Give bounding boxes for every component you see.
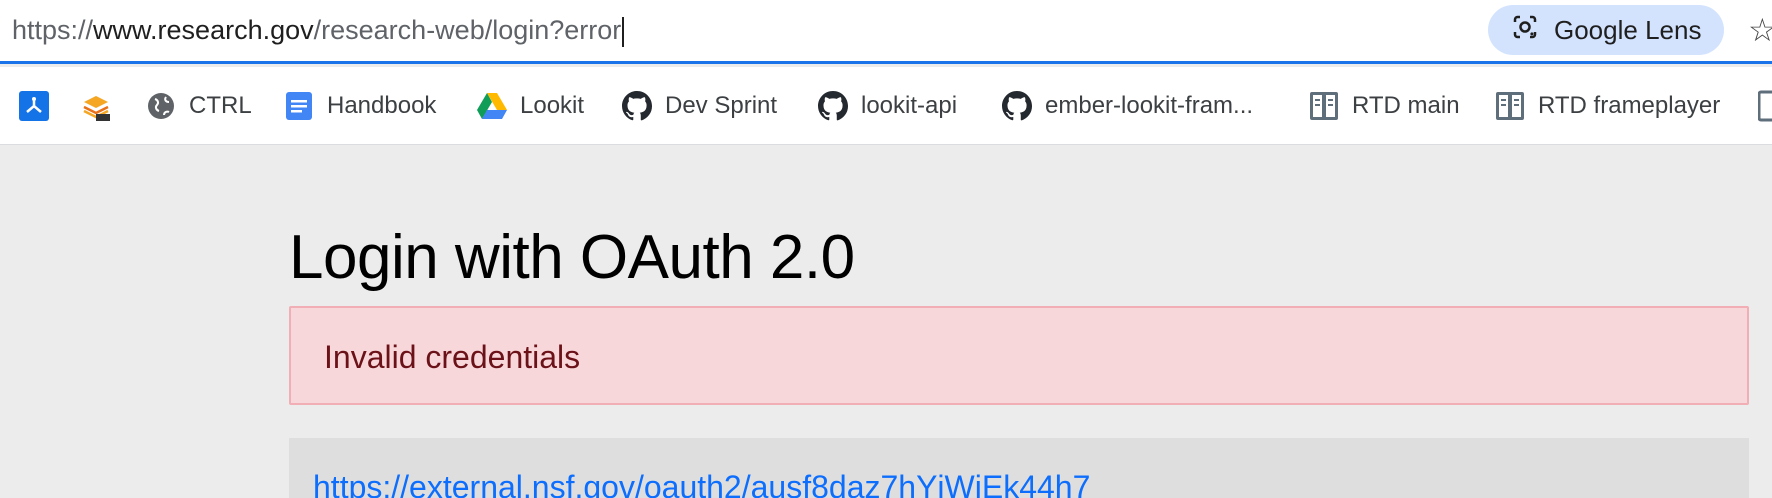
address-bar[interactable]: https://www.research.gov/research-web/lo… (0, 0, 1772, 64)
bookmark-handbook[interactable]: Handbook (283, 86, 436, 126)
bookmark-label: lookit-api (861, 92, 958, 119)
error-alert: Invalid credentials (289, 306, 1749, 405)
oauth-link-box: https://external.nsf.gov/oauth2/ausf8daz… (289, 438, 1749, 498)
readthedocs-icon (1308, 90, 1340, 122)
bookmark-stack[interactable] (80, 86, 112, 126)
url-path: /research-web/login?error (313, 15, 622, 45)
url-host: www.research.gov (93, 15, 314, 45)
github-icon (1001, 90, 1033, 122)
page-title: Login with OAuth 2.0 (289, 223, 855, 292)
bookmark-rtd-main[interactable]: RTD main (1308, 86, 1460, 126)
bookmark-dev-sprint[interactable]: Dev Sprint (621, 86, 777, 126)
bookmark-ember-lookit-frameplayer[interactable]: ember-lookit-fram... (1001, 86, 1253, 126)
readthedocs-icon (1757, 90, 1772, 122)
readthedocs-icon (1494, 90, 1526, 122)
google-lens-label: Google Lens (1554, 14, 1702, 45)
bookmark-ctrl[interactable]: CTRL (145, 86, 252, 126)
bookmark-overflow[interactable] (1757, 86, 1772, 126)
bookmark-lookit[interactable]: Lookit (476, 86, 584, 126)
bookmark-lookit-api[interactable]: lookit-api (817, 86, 957, 126)
drive-icon (476, 90, 508, 122)
bookmark-label: Handbook (327, 92, 437, 119)
error-alert-text: Invalid credentials (324, 339, 581, 375)
lens-icon (1510, 12, 1540, 49)
bookmark-rtd-frameplayer[interactable]: RTD frameplayer (1494, 86, 1720, 126)
bookmark-label: ember-lookit-fram... (1045, 92, 1254, 119)
bookmark-star-icon[interactable]: ☆ (1748, 12, 1772, 48)
url-scheme: https:// (12, 15, 94, 45)
bookmarks-bar: CTRL Handbook Lookit Dev Sprint lookit-a… (0, 67, 1772, 145)
google-lens-button[interactable]: Google Lens (1488, 5, 1724, 55)
url-field[interactable]: https://www.research.gov/research-web/lo… (12, 12, 625, 48)
bookmark-label: RTD frameplayer (1538, 92, 1721, 119)
app-icon (18, 90, 50, 122)
bookmark-label: CTRL (189, 92, 252, 119)
bookmark-app[interactable] (18, 86, 50, 126)
globe-icon (145, 90, 177, 122)
stack-beta-icon (80, 90, 112, 122)
bookmark-label: RTD main (1352, 92, 1460, 119)
bookmark-label: Lookit (520, 92, 585, 119)
github-icon (621, 90, 653, 122)
github-icon (817, 90, 849, 122)
text-caret (622, 16, 625, 47)
oauth-provider-link[interactable]: https://external.nsf.gov/oauth2/ausf8daz… (313, 468, 1090, 498)
docs-icon (283, 90, 315, 122)
bookmark-label: Dev Sprint (665, 92, 778, 119)
